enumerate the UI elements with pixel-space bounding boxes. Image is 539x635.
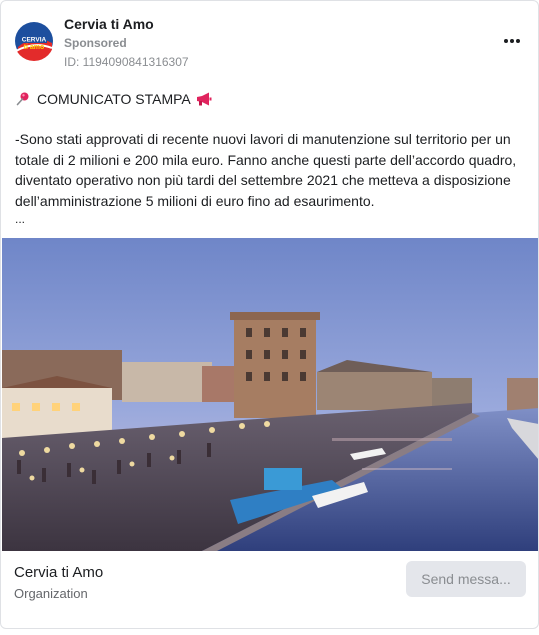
sponsored-post-card: CERVIA ti amo Cervia ti Amo Sponsored ID… (0, 0, 539, 629)
send-message-button[interactable]: Send messa... (406, 561, 526, 597)
sponsored-label: Sponsored (64, 36, 127, 50)
svg-text:CERVIA: CERVIA (22, 37, 47, 44)
pushpin-icon (16, 92, 29, 106)
post-body-text: -Sono stati approvati di recente nuovi l… (15, 131, 517, 209)
cervia-logo: CERVIA ti amo (14, 21, 54, 61)
canal-town-photo (2, 238, 538, 551)
post-headline: COMUNICATO STAMPA (15, 91, 212, 107)
post-footer: Cervia ti Amo Organization Send messa... (1, 552, 538, 628)
post-header: CERVIA ti amo Cervia ti Amo Sponsored ID… (1, 1, 538, 81)
loudspeaker-icon (196, 92, 212, 106)
avatar[interactable]: CERVIA ti amo (14, 21, 54, 61)
see-more-ellipsis[interactable]: ... (15, 212, 25, 226)
headline-text: COMUNICATO STAMPA (37, 91, 191, 107)
more-horizontal-icon (503, 39, 508, 43)
ad-id: ID: 1194090841316307 (64, 55, 189, 69)
page-name-link[interactable]: Cervia ti Amo (64, 16, 154, 32)
svg-text:ti amo: ti amo (24, 44, 45, 51)
footer-page-name[interactable]: Cervia ti Amo (14, 564, 103, 581)
more-options-button[interactable] (500, 29, 524, 53)
post-image[interactable] (2, 238, 538, 551)
footer-page-type: Organization (14, 586, 88, 601)
